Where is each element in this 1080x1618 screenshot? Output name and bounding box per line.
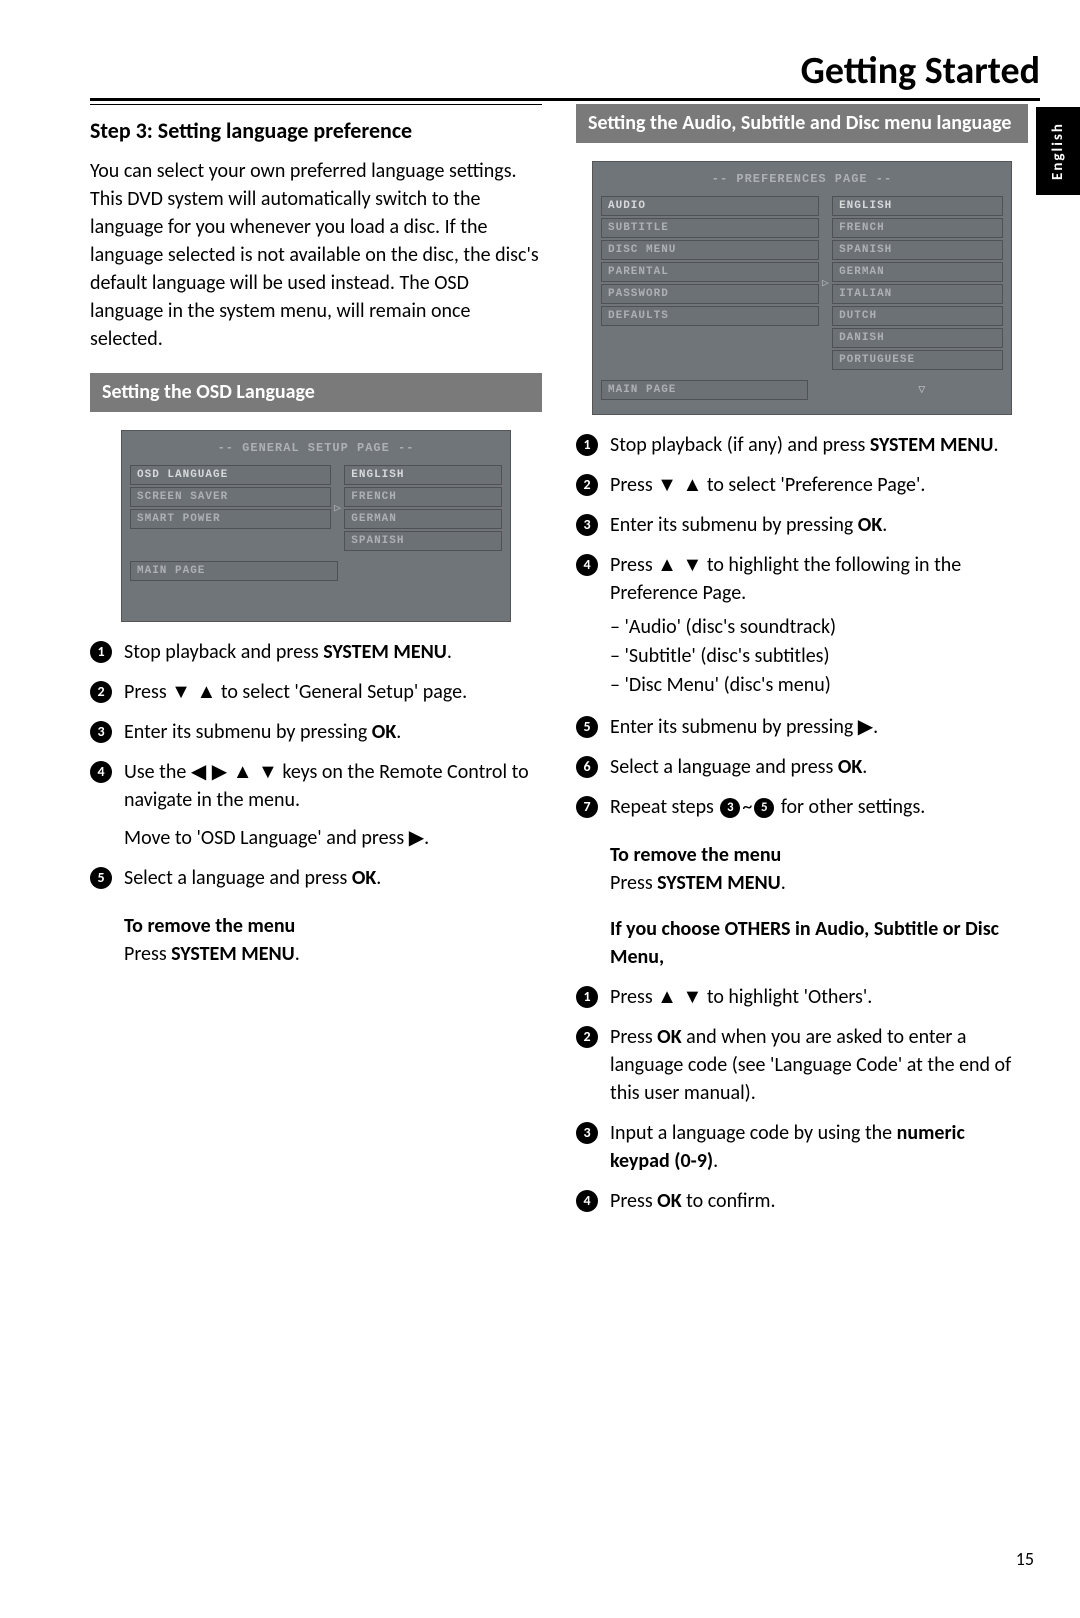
osd-screenshot: -- GENERAL SETUP PAGE -- OSD LANGUAGE SC… [121, 430, 511, 622]
right-column: Setting the Audio, Subtitle and Disc men… [576, 104, 1028, 1235]
left-column: Step 3: Setting language preference You … [90, 104, 542, 1235]
step-heading: Step 3: Setting language preference [90, 117, 542, 145]
section-bar-osd: Setting the OSD Language [90, 373, 542, 412]
page-title: Getting Started [90, 48, 1040, 101]
language-tab: English [1036, 107, 1080, 195]
intro-paragraph: You can select your own preferred langua… [90, 157, 542, 353]
pref-screenshot: -- PREFERENCES PAGE -- AUDIO SUBTITLE DI… [592, 161, 1012, 415]
others-steps-list: 1Press ▲ ▼ to highlight 'Others'. 2Press… [576, 983, 1028, 1215]
page-number: 15 [1016, 1548, 1034, 1570]
pref-steps-list: 1Stop playback (if any) and press SYSTEM… [576, 431, 1028, 821]
section-bar-pref: Setting the Audio, Subtitle and Disc men… [576, 104, 1028, 143]
osd-steps-list: 1Stop playback and press SYSTEM MENU. 2P… [90, 638, 542, 892]
